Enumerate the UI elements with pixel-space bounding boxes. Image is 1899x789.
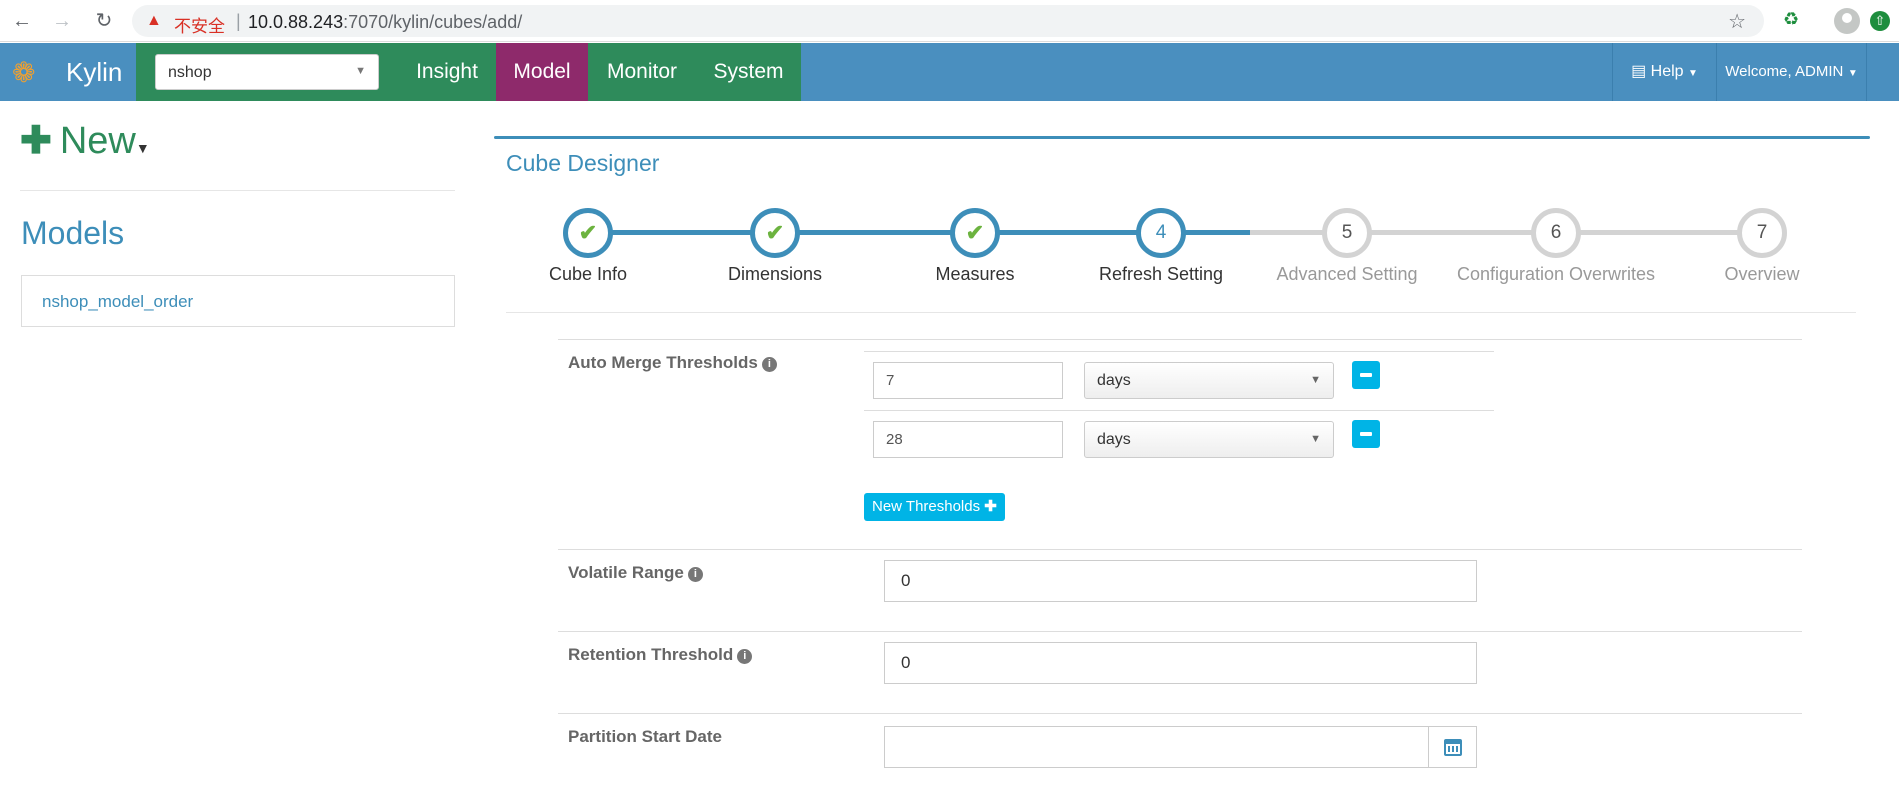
partition-start-date-label: Partition Start Date [568,727,722,746]
refresh-setting-form: Auto Merge Thresholdsi days▼ days▼ New T… [558,339,1802,789]
threshold-unit-select[interactable]: days ▼ [1084,421,1334,458]
new-label: New [59,120,136,162]
update-icon[interactable]: ⇧ [1870,11,1890,31]
volatile-range-label: Volatile Range i [568,563,703,583]
step-3-circle[interactable]: ✔ [950,208,1000,258]
address-bar[interactable]: ▲ 不安全 | 10.0.88.243:7070/kylin/cubes/add… [132,5,1764,37]
models-heading: Models [21,215,125,251]
sidebar-divider [20,190,455,191]
designer-top-border [494,136,1870,139]
bookmark-star-icon[interactable]: ☆ [1728,9,1746,34]
chevron-down-icon: ▼ [1310,374,1321,386]
project-value: nshop [168,64,212,81]
info-icon[interactable]: i [687,567,703,582]
step-5-circle[interactable]: 5 [1322,208,1372,258]
url-host: 10.0.88.243 [248,12,344,32]
remove-threshold-button[interactable] [1352,420,1380,448]
threshold-value-input[interactable] [873,362,1063,399]
info-icon[interactable]: i [737,649,753,664]
auto-merge-label: Auto Merge Thresholds i [568,353,777,373]
help-label: Help [1650,63,1684,80]
book-icon: ▤ [1631,63,1647,80]
step-7-circle[interactable]: 7 [1737,208,1787,258]
extension-icon[interactable]: ♻ [1783,9,1799,30]
navbar-spacer [1866,43,1899,101]
tab-system[interactable]: System [696,43,801,101]
reload-icon[interactable]: ↻ [92,9,116,33]
remove-threshold-button[interactable] [1352,361,1380,389]
partition-start-date-input[interactable] [884,726,1429,768]
step-2-circle[interactable]: ✔ [750,208,800,258]
threshold-row-divider [864,410,1494,411]
url-text: 10.0.88.243:7070/kylin/cubes/add/ [248,12,522,33]
tab-model[interactable]: Model [496,43,588,101]
check-icon: ✔ [765,220,785,245]
step-6-label[interactable]: Configuration Overwrites [1456,264,1656,285]
form-divider [558,631,1802,632]
step-4-label[interactable]: Refresh Setting [1061,264,1261,285]
page-title: Cube Designer [506,150,660,176]
calendar-button[interactable] [1429,726,1477,768]
step-1-label[interactable]: Cube Info [488,264,688,285]
check-icon: ✔ [965,220,985,245]
brand-name[interactable]: Kylin [66,57,122,88]
back-icon[interactable]: ← [10,9,34,33]
threshold-unit-select[interactable]: days ▼ [1084,362,1334,399]
tab-monitor[interactable]: Monitor [588,43,696,101]
url-path: :7070/kylin/cubes/add/ [343,12,523,32]
warning-icon: ▲ [146,12,162,29]
threshold-row-divider [864,351,1494,352]
plus-icon: ✚ [984,498,997,515]
retention-threshold-label: Retention Threshold i [568,645,753,665]
model-list-item[interactable]: nshop_model_order [21,275,455,327]
browser-toolbar: ← → ↻ ▲ 不安全 | 10.0.88.243:7070/kylin/cub… [0,0,1899,42]
project-select[interactable]: nshop ▼ [155,54,379,90]
caret-down-icon: ▼ [135,140,150,156]
threshold-value-input[interactable] [873,421,1063,458]
step-1-circle[interactable]: ✔ [563,208,613,258]
auto-merge-label-text: Auto Merge Thresholds [568,353,758,372]
volatile-range-input[interactable] [884,560,1477,602]
chevron-down-icon: ▼ [355,65,366,77]
app-navbar: ❁ Kylin nshop ▼ Insight Model Monitor Sy… [0,43,1899,101]
form-divider [558,339,1802,340]
step-7-label[interactable]: Overview [1662,264,1862,285]
help-menu-button[interactable]: ▤ Help ▼ [1612,43,1716,101]
tab-insight[interactable]: Insight [398,43,496,101]
retention-threshold-input[interactable] [884,642,1477,684]
step-5-label[interactable]: Advanced Setting [1247,264,1447,285]
caret-down-icon: ▼ [1688,68,1698,79]
project-selector-area: nshop ▼ [136,43,398,101]
step-6-circle[interactable]: 6 [1531,208,1581,258]
insecure-label: 不安全 [174,17,225,36]
welcome-label: Welcome, ADMIN [1725,63,1844,80]
new-button[interactable]: ✚ New▼ [20,118,150,163]
kylin-logo-icon: ❁ [12,57,36,88]
forward-icon[interactable]: → [50,9,74,33]
plus-icon: ✚ [20,120,52,162]
profile-avatar-icon[interactable] [1834,8,1860,34]
new-thresholds-button[interactable]: New Thresholds ✚ [864,493,1005,521]
step-2-label[interactable]: Dimensions [675,264,875,285]
form-divider [558,549,1802,550]
volatile-range-label-text: Volatile Range [568,563,684,582]
retention-threshold-label-text: Retention Threshold [568,645,734,664]
threshold-unit-value: days [1097,431,1131,448]
form-divider [558,713,1802,714]
step-4-circle[interactable]: 4 [1136,208,1186,258]
new-thresholds-label: New Thresholds [872,498,981,515]
check-icon: ✔ [578,220,598,245]
threshold-unit-value: days [1097,372,1131,389]
info-icon[interactable]: i [761,357,777,372]
chevron-down-icon: ▼ [1310,433,1321,445]
caret-down-icon: ▼ [1847,68,1858,79]
model-name: nshop_model_order [42,292,194,311]
calendar-icon [1444,739,1462,756]
url-separator: | [236,11,241,31]
user-menu-button[interactable]: Welcome, ADMIN ▼ [1716,43,1866,101]
step-3-label[interactable]: Measures [875,264,1075,285]
designer-divider [506,312,1856,313]
